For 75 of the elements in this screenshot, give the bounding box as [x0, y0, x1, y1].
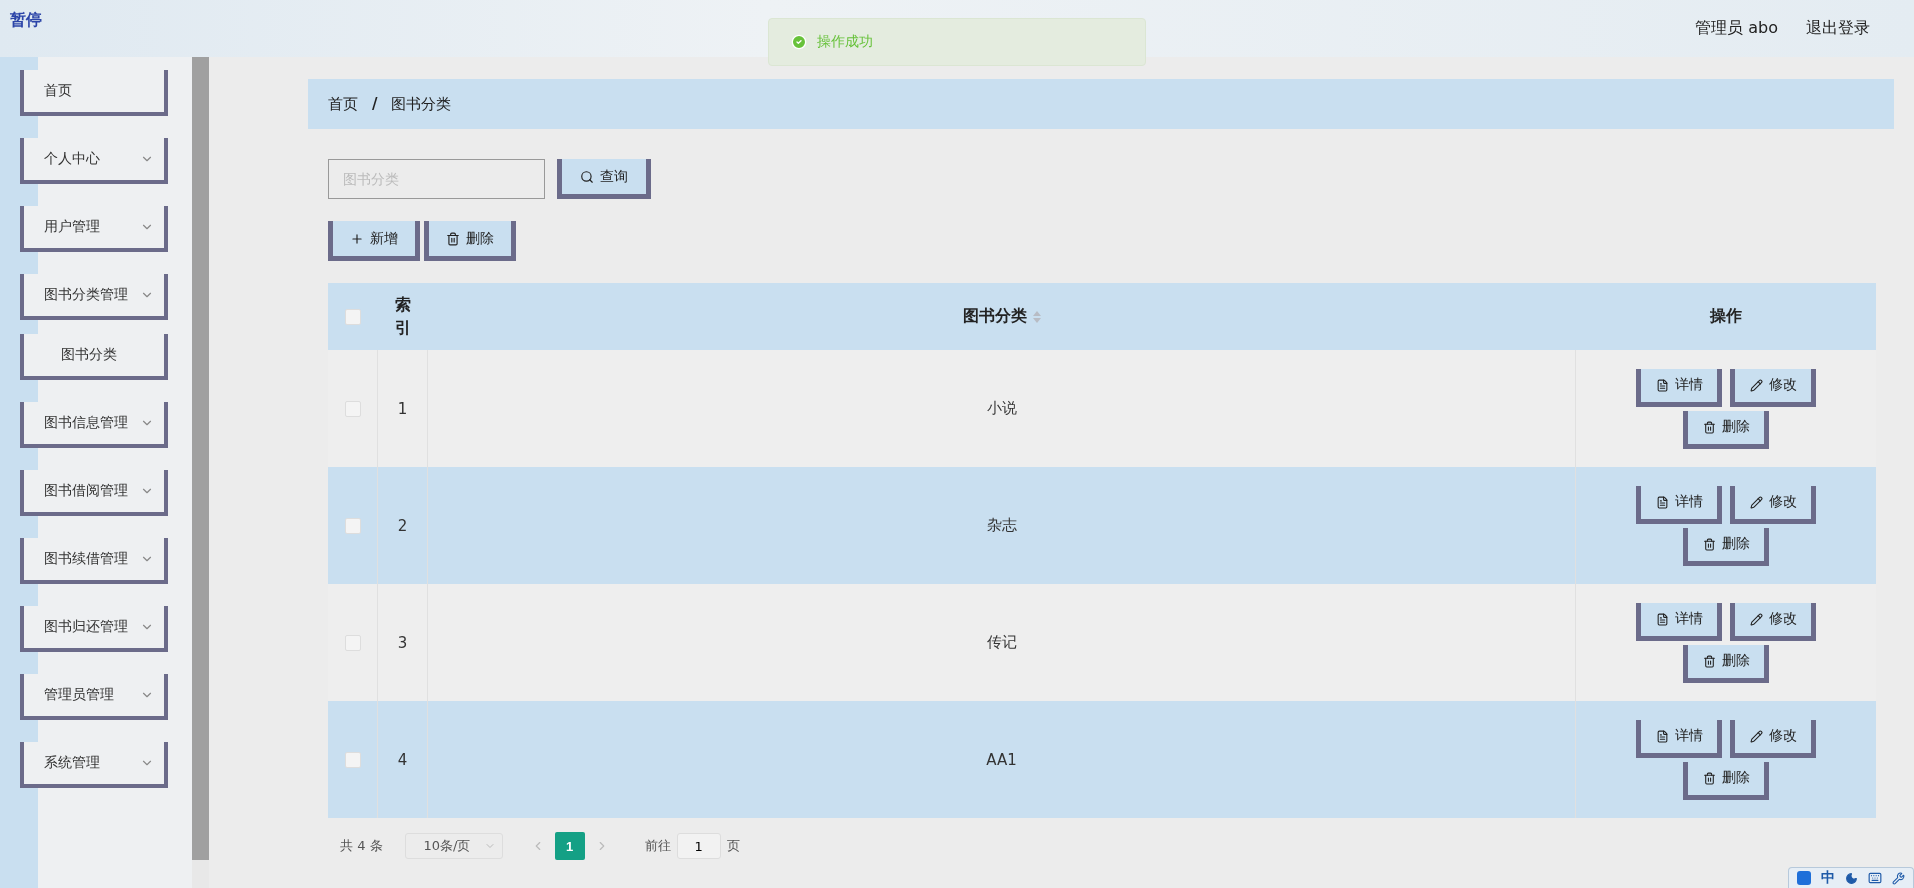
- document-icon: [1655, 495, 1669, 509]
- document-icon: [1655, 378, 1669, 392]
- delete-button[interactable]: 删除: [1683, 410, 1769, 449]
- row-checkbox[interactable]: [344, 517, 361, 534]
- toast-message: 操作成功: [817, 33, 873, 51]
- logout-link[interactable]: 退出登录: [1806, 18, 1870, 39]
- page-suffix: 页: [726, 837, 740, 855]
- category-cell: 小说: [986, 399, 1017, 418]
- edit-button[interactable]: 修改: [1730, 485, 1816, 524]
- user-name: 管理员 abo: [1695, 18, 1778, 39]
- goto-page-field[interactable]: 1: [676, 833, 721, 859]
- edit-button[interactable]: 修改: [1730, 368, 1816, 407]
- category-cell: AA1: [986, 750, 1017, 769]
- select-all-checkbox[interactable]: [345, 308, 361, 325]
- sidebar-item[interactable]: 系统管理: [20, 742, 168, 788]
- delete-button[interactable]: 删除: [1683, 527, 1769, 566]
- trash-icon: [1702, 420, 1716, 434]
- sidebar-item[interactable]: 首页: [20, 70, 168, 116]
- trash-icon: [446, 231, 460, 246]
- breadcrumb-separator: /: [372, 95, 378, 113]
- sidebar-subitem[interactable]: 图书分类: [20, 334, 168, 380]
- sidebar-item[interactable]: 管理员管理: [20, 674, 168, 720]
- sidebar-item[interactable]: 图书信息管理: [20, 402, 168, 448]
- category-cell: 杂志: [986, 516, 1017, 535]
- page-size-select[interactable]: 10条/页: [404, 833, 503, 859]
- pencil-icon: [1749, 612, 1763, 626]
- pause-label: 暂停: [10, 10, 42, 31]
- edit-button[interactable]: 修改: [1730, 719, 1816, 758]
- scrollbar-thumb[interactable]: [192, 57, 209, 860]
- detail-button[interactable]: 详情: [1636, 485, 1722, 524]
- ime-mode[interactable]: 中: [1821, 869, 1835, 887]
- moon-icon[interactable]: [1845, 871, 1858, 885]
- keyboard-icon[interactable]: [1868, 871, 1882, 885]
- delete-button[interactable]: 删除: [1683, 761, 1769, 800]
- sidebar-item[interactable]: 图书分类管理: [20, 274, 168, 320]
- index-cell: 3: [397, 633, 408, 652]
- category-cell: 传记: [986, 633, 1017, 652]
- index-cell: 4: [397, 750, 408, 769]
- plus-icon: [350, 231, 364, 246]
- ime-logo-icon[interactable]: [1797, 871, 1811, 885]
- delete-button[interactable]: 删除: [1683, 644, 1769, 683]
- edit-button[interactable]: 修改: [1730, 602, 1816, 641]
- column-header: 图书分类: [963, 306, 1027, 327]
- pencil-icon: [1749, 378, 1763, 392]
- sidebar-item[interactable]: 图书借阅管理: [20, 470, 168, 516]
- sidebar-item[interactable]: 图书续借管理: [20, 538, 168, 584]
- trash-icon: [1702, 771, 1716, 785]
- pencil-icon: [1749, 495, 1763, 509]
- query-button[interactable]: 查询: [557, 159, 651, 199]
- sort-icon[interactable]: [1033, 310, 1041, 323]
- row-checkbox[interactable]: [344, 751, 361, 768]
- delete-button[interactable]: 删除: [424, 221, 516, 261]
- sidebar-item[interactable]: 图书归还管理: [20, 606, 168, 652]
- detail-button[interactable]: 详情: [1636, 602, 1722, 641]
- index-cell: 2: [397, 516, 408, 535]
- trash-icon: [1702, 654, 1716, 668]
- total-count: 共 4 条: [340, 837, 383, 855]
- sidebar-item[interactable]: 个人中心: [20, 138, 168, 184]
- settings-icon[interactable]: [1892, 871, 1905, 885]
- trash-icon: [1702, 537, 1716, 551]
- document-icon: [1655, 729, 1669, 743]
- success-icon: [791, 34, 807, 50]
- detail-button[interactable]: 详情: [1636, 719, 1722, 758]
- search-icon: [580, 169, 594, 184]
- breadcrumb-item: 图书分类: [391, 94, 452, 114]
- pencil-icon: [1749, 729, 1763, 743]
- sidebar-item[interactable]: 用户管理: [20, 206, 168, 252]
- column-header: 索引: [395, 294, 411, 339]
- detail-button[interactable]: 详情: [1636, 368, 1722, 407]
- document-icon: [1655, 612, 1669, 626]
- breadcrumb-item[interactable]: 首页: [328, 94, 358, 114]
- add-button[interactable]: 新增: [328, 221, 420, 261]
- column-header: 操作: [1710, 306, 1742, 327]
- goto-label: 前往: [644, 837, 671, 855]
- index-cell: 1: [397, 399, 408, 418]
